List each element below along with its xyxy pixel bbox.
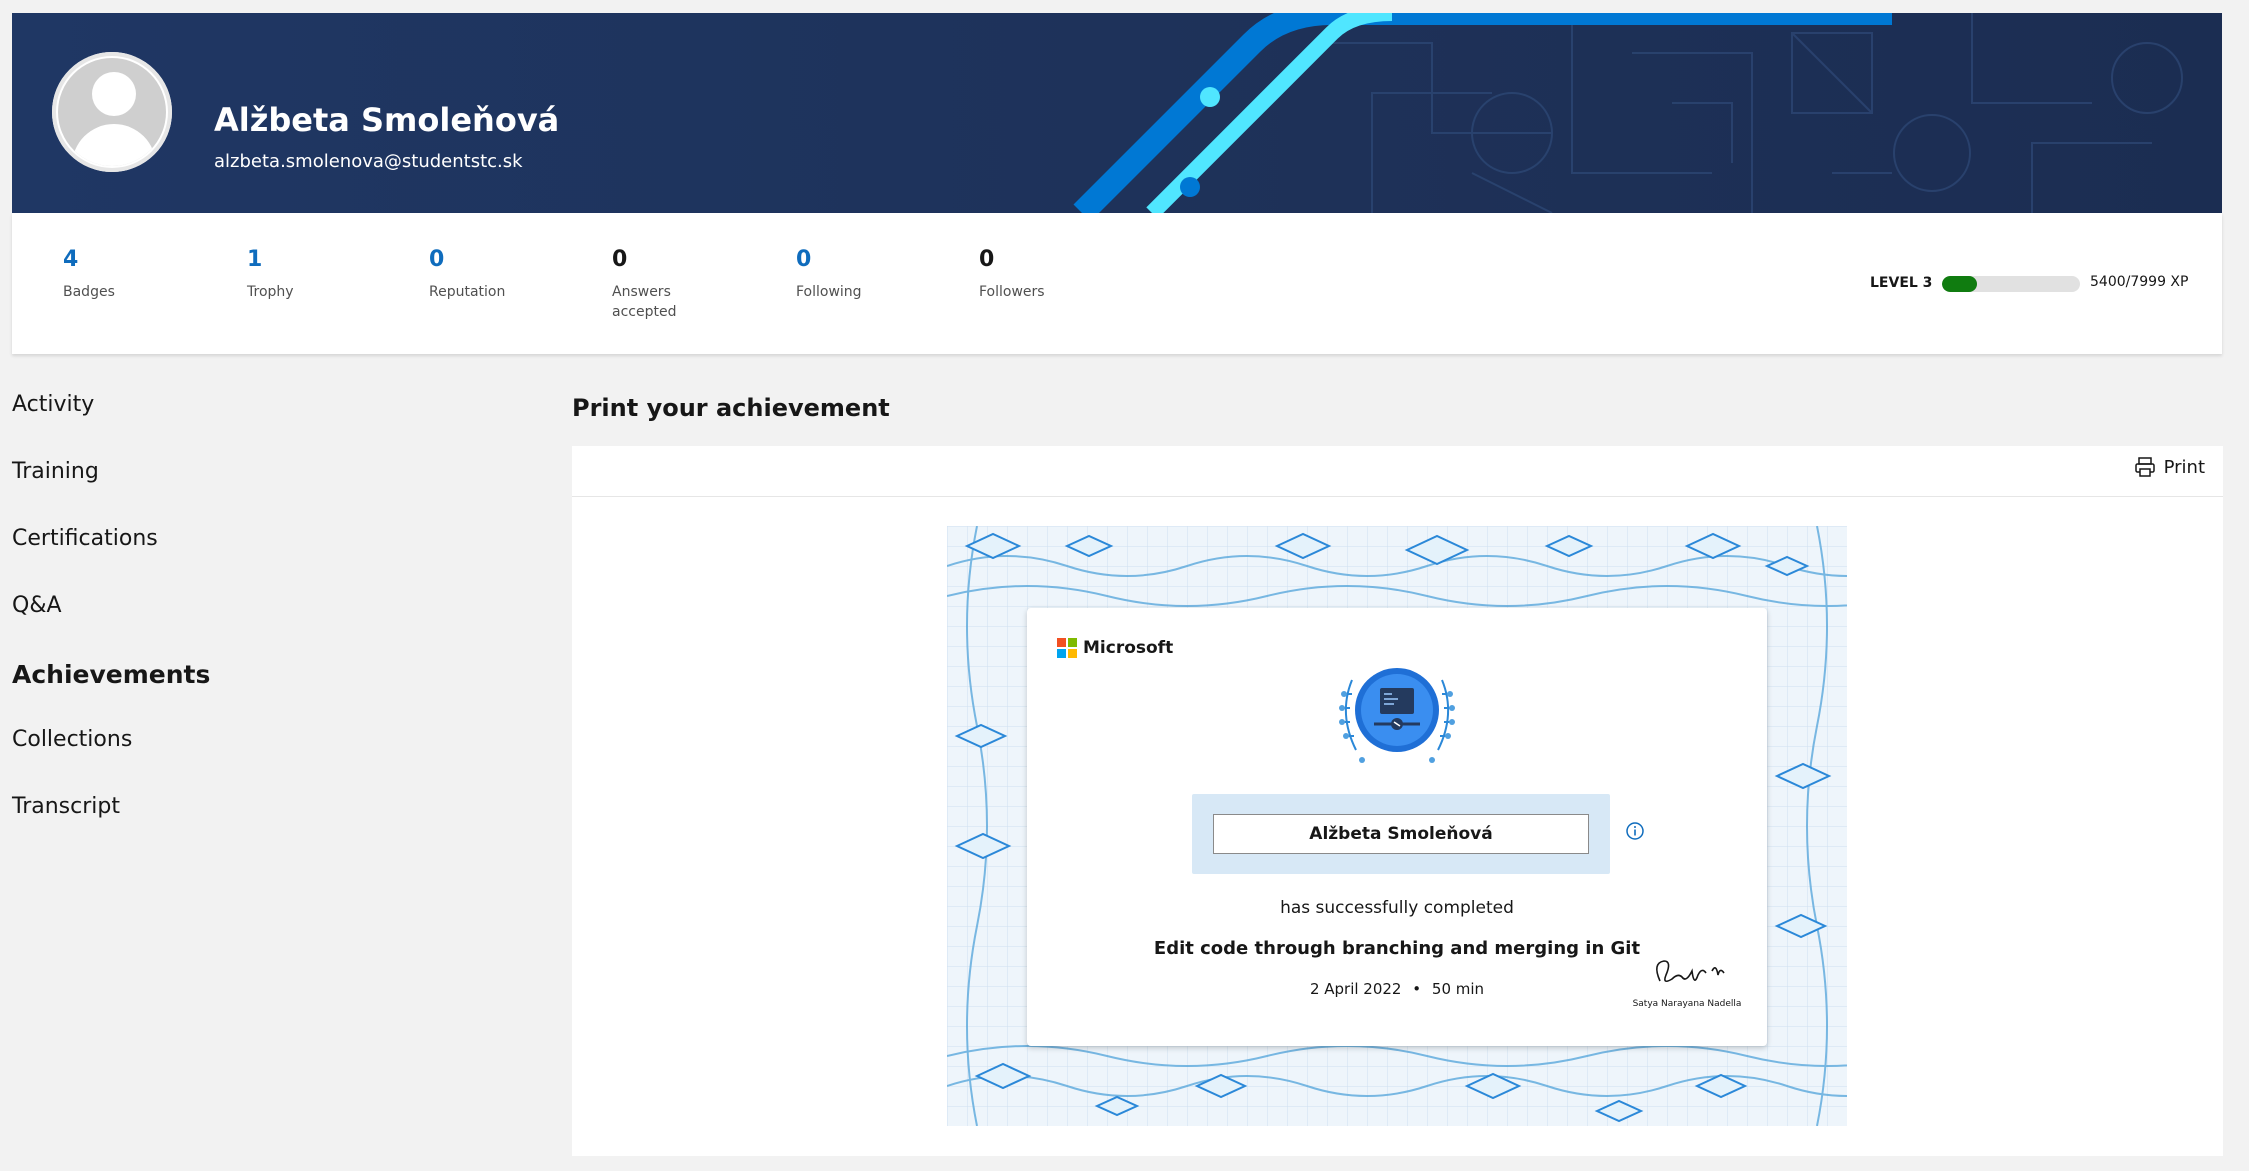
microsoft-logo-icon xyxy=(1057,638,1077,658)
nav-item-activity[interactable]: Activity xyxy=(12,392,210,459)
stat-reputation[interactable]: 0 Reputation xyxy=(429,247,579,302)
xp-text: 5400/7999 XP xyxy=(2090,274,2189,290)
page-title: Print your achievement xyxy=(572,394,890,422)
course-duration: 50 min xyxy=(1431,980,1485,998)
avatar[interactable] xyxy=(52,52,172,172)
stat-badges[interactable]: 4 Badges xyxy=(63,247,213,302)
profile-name: Alžbeta Smoleňová xyxy=(214,101,560,139)
achievement-panel: Print Microsoft Alžbeta Smoleňová has su… xyxy=(572,446,2223,1156)
nav-item-collections[interactable]: Collections xyxy=(12,727,210,794)
stat-value: 0 xyxy=(429,247,445,272)
stat-trophy[interactable]: 1 Trophy xyxy=(247,247,397,302)
stats-bar: 4 Badges 1 Trophy 0 Reputation 0 Answers… xyxy=(12,213,2222,354)
profile-banner: Alžbeta Smoleňová alzbeta.smolenova@stud… xyxy=(12,13,2222,213)
signature-block: Satya Narayana Nadella xyxy=(1627,953,1747,1009)
stat-label: Reputation xyxy=(429,284,506,300)
stat-label: Badges xyxy=(63,284,115,300)
stat-value: 0 xyxy=(796,247,812,272)
stat-value: 0 xyxy=(612,247,628,272)
microsoft-logo-text: Microsoft xyxy=(1083,638,1174,658)
nav-item-achievements[interactable]: Achievements xyxy=(12,660,210,727)
stat-label: Trophy xyxy=(247,284,294,300)
print-label: Print xyxy=(2163,456,2205,478)
recipient-name-field[interactable]: Alžbeta Smoleňová xyxy=(1213,814,1589,854)
certificate: Microsoft Alžbeta Smoleňová has successf… xyxy=(947,526,1847,1126)
signature-image xyxy=(1656,960,1725,983)
level-label: LEVEL 3 xyxy=(1870,275,1933,291)
stat-value: 1 xyxy=(247,247,263,272)
person-icon xyxy=(58,58,166,166)
panel-toolbar: Print xyxy=(572,446,2223,497)
meta-separator: • xyxy=(1412,980,1422,998)
completion-date: 2 April 2022 xyxy=(1309,980,1402,998)
profile-email: alzbeta.smolenova@studentstc.sk xyxy=(214,151,523,172)
xp-progress-bar xyxy=(1942,276,2080,292)
stat-label: Followers xyxy=(979,284,1045,300)
completion-text: has successfully completed xyxy=(1280,898,1514,918)
stat-value: 0 xyxy=(979,247,995,272)
stat-following[interactable]: 0 Following xyxy=(796,247,946,302)
course-badge-icon xyxy=(1339,668,1455,763)
nav-item-transcript[interactable]: Transcript xyxy=(12,794,210,861)
info-icon[interactable] xyxy=(1625,821,1645,841)
microsoft-logo: Microsoft xyxy=(1057,638,1173,658)
stat-answers-accepted: 0 Answers accepted xyxy=(612,247,692,322)
nav-item-training[interactable]: Training xyxy=(12,459,210,526)
nav-item-qa[interactable]: Q&A xyxy=(12,593,210,660)
stat-followers: 0 Followers xyxy=(979,247,1129,302)
sidebar-nav: Activity Training Certifications Q&A Ach… xyxy=(12,392,210,861)
signatory-name: Satya Narayana Nadella xyxy=(1632,999,1742,1009)
stat-label: Following xyxy=(796,284,862,300)
nav-item-certifications[interactable]: Certifications xyxy=(12,526,210,593)
recipient-name-box: Alžbeta Smoleňová xyxy=(1192,794,1610,874)
print-button[interactable]: Print xyxy=(2134,456,2205,478)
xp-progress-fill xyxy=(1942,276,1977,292)
stat-label: Answers accepted xyxy=(612,284,677,320)
stat-value: 4 xyxy=(63,247,79,272)
certificate-card: Microsoft Alžbeta Smoleňová has successf… xyxy=(1027,608,1767,1046)
printer-icon xyxy=(2134,457,2155,477)
